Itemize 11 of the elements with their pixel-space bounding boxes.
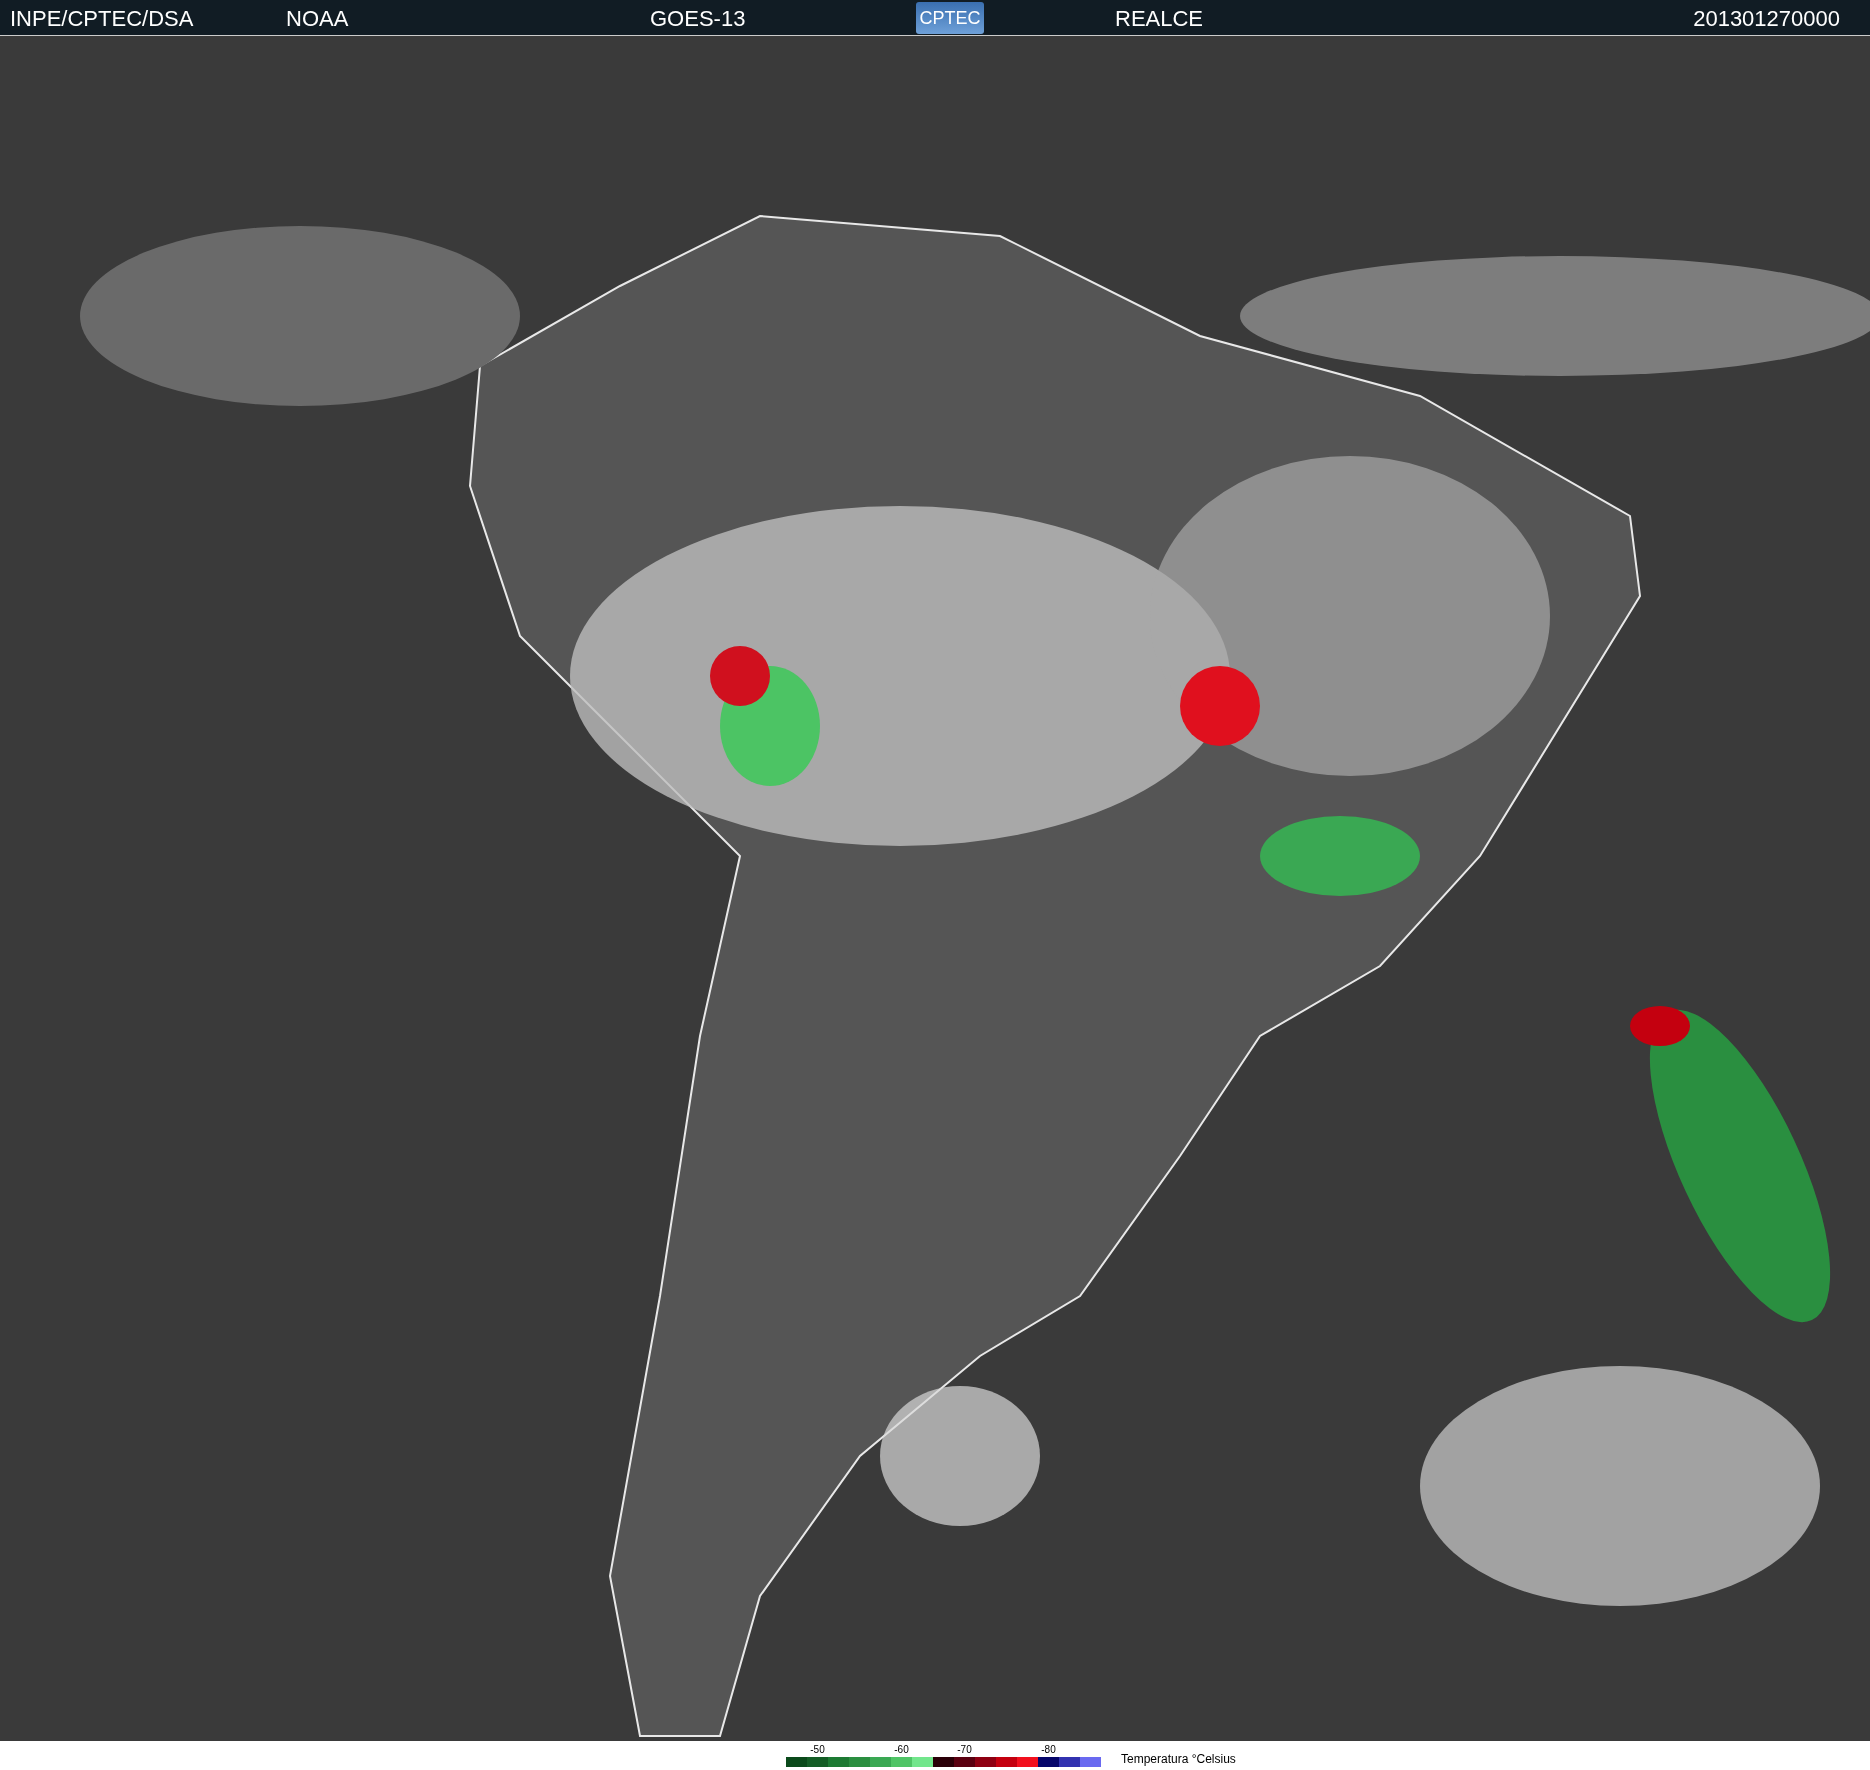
legend-tick-label: -80 <box>1041 1744 1056 1755</box>
header-label: NOAA <box>286 6 349 32</box>
header-label: 201301270000 <box>1693 6 1840 32</box>
legend-tick-label: -50 <box>810 1744 825 1755</box>
logo-badge: CPTEC <box>916 2 984 34</box>
legend-tick-label: -60 <box>894 1744 909 1755</box>
legend-title: Temperatura °Celsius <box>1121 1752 1236 1766</box>
legend-tick-label: -70 <box>957 1744 972 1755</box>
header-label: INPE/CPTEC/DSA <box>10 6 194 32</box>
header-label: GOES-13 <box>650 6 746 32</box>
header-label: REALCE <box>1115 6 1204 32</box>
